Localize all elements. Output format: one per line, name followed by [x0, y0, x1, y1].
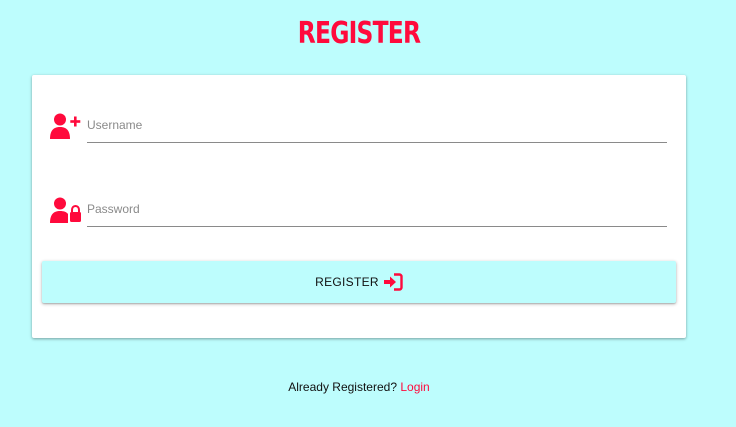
register-button-label: REGISTER	[315, 275, 379, 289]
register-button[interactable]: REGISTER	[42, 261, 676, 303]
sign-in-icon	[383, 273, 403, 291]
login-link[interactable]: Login	[400, 380, 429, 394]
user-plus-icon	[50, 113, 81, 139]
page-title: REGISTER	[297, 16, 421, 51]
footer: Already Registered? Login	[0, 380, 718, 394]
register-card: REGISTER	[32, 75, 686, 338]
username-field	[50, 107, 667, 147]
password-field	[50, 191, 667, 231]
user-lock-icon	[50, 197, 81, 223]
username-input[interactable]	[87, 107, 667, 143]
password-input[interactable]	[87, 191, 667, 227]
already-registered-text: Already Registered?	[288, 380, 397, 394]
